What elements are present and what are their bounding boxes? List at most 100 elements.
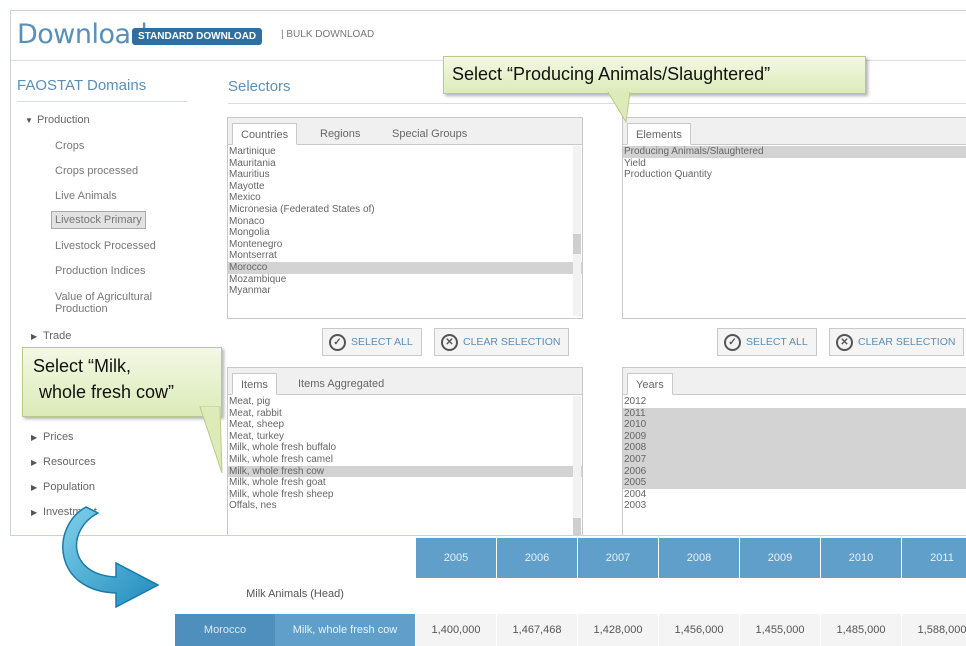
list-item[interactable]: Meat, rabbit: [228, 408, 582, 420]
years-list[interactable]: 2012 2011 2010 2009 2008 2007 2006 2005 2004 2003: [623, 396, 966, 535]
list-item[interactable]: Mauritania: [228, 158, 582, 170]
tree-item-population[interactable]: ▶ Population: [31, 481, 95, 493]
callout-text-line2: whole fresh cow”: [39, 382, 175, 402]
button-label: SELECT ALL: [746, 336, 808, 348]
year-header-2011: 2011: [901, 538, 966, 578]
countries-tabs: Countries Regions Special Groups: [228, 118, 582, 145]
clear-selection-countries-button[interactable]: ✕ CLEAR SELECTION: [434, 328, 570, 356]
list-item[interactable]: Monaco: [228, 216, 582, 228]
countries-scrollbar[interactable]: [573, 146, 581, 316]
scroll-thumb[interactable]: [573, 518, 581, 535]
list-item[interactable]: Yield: [623, 158, 966, 170]
list-item[interactable]: 2010: [623, 419, 966, 431]
elements-tabs: Elements: [623, 118, 966, 145]
bulk-download-tab[interactable]: | BULK DOWNLOAD: [281, 29, 374, 40]
elements-list[interactable]: Producing Animals/Slaughtered Yield Produc…: [623, 146, 966, 318]
tree-item-live-animals[interactable]: Live Animals: [55, 190, 117, 202]
tab-regions[interactable]: Regions: [312, 123, 368, 145]
callout-pointer: [199, 406, 223, 474]
year-header-2010: 2010: [820, 538, 901, 578]
list-item[interactable]: Milk, whole fresh cow: [228, 465, 582, 478]
tab-items[interactable]: Items: [232, 373, 277, 395]
items-panel: Items Items Aggregated Meat, pig Meat, ra…: [227, 367, 583, 535]
tree-item-production[interactable]: ▼ Production: [25, 114, 90, 126]
year-header-2005: 2005: [415, 538, 496, 578]
list-item[interactable]: 2009: [623, 430, 966, 443]
tree-item-production-indices[interactable]: Production Indices: [55, 265, 146, 277]
tree-item-trade[interactable]: ▶ Trade: [31, 330, 71, 342]
tree-item-livestock-primary[interactable]: Livestock Primary: [51, 211, 146, 229]
list-item[interactable]: 2007: [623, 453, 966, 466]
curved-arrow-icon: [62, 506, 160, 609]
collapsed-arrow-icon: ▶: [31, 508, 38, 517]
list-item[interactable]: Mongolia: [228, 227, 582, 239]
list-item[interactable]: Martinique: [228, 146, 582, 158]
list-item[interactable]: Micronesia (Federated States of): [228, 204, 582, 216]
list-item[interactable]: 2005: [623, 477, 966, 489]
tree-item-resources[interactable]: ▶ Resources: [31, 456, 96, 468]
tab-items-aggregated[interactable]: Items Aggregated: [290, 373, 392, 395]
tab-special-groups[interactable]: Special Groups: [384, 123, 475, 145]
value-cell-2007: 1,428,000: [577, 614, 658, 646]
list-item[interactable]: Meat, pig: [228, 396, 582, 408]
year-header-2008: 2008: [658, 538, 739, 578]
close-circle-icon: ✕: [836, 334, 853, 351]
list-item[interactable]: Production Quantity: [623, 169, 966, 181]
year-header-2007: 2007: [577, 538, 658, 578]
tree-item-value-agricultural-production[interactable]: Value of Agricultural Production: [55, 291, 185, 315]
tree-item-crops-processed[interactable]: Crops processed: [55, 165, 138, 177]
divider: [17, 101, 187, 102]
list-item[interactable]: Morocco: [228, 261, 582, 274]
element-label: Milk Animals (Head): [246, 588, 344, 600]
select-all-elements-button[interactable]: ✓ SELECT ALL: [717, 328, 817, 356]
list-item[interactable]: Offals, nes: [228, 500, 582, 512]
list-item[interactable]: 2003: [623, 500, 966, 512]
list-item[interactable]: Mexico: [228, 192, 582, 204]
list-item[interactable]: Montserrat: [228, 250, 582, 262]
domains-title: FAOSTAT Domains: [17, 77, 147, 94]
list-item[interactable]: Myanmar: [228, 285, 582, 297]
list-item[interactable]: 2004: [623, 489, 966, 501]
list-item[interactable]: 2012: [623, 396, 966, 408]
scroll-thumb[interactable]: [573, 234, 581, 254]
list-item[interactable]: Milk, whole fresh camel: [228, 454, 582, 466]
list-item[interactable]: Mozambique: [228, 274, 582, 286]
list-item[interactable]: 2011: [623, 407, 966, 420]
list-item[interactable]: Producing Animals/Slaughtered: [623, 146, 966, 158]
clear-selection-elements-button[interactable]: ✕ CLEAR SELECTION: [829, 328, 965, 356]
tree-item-livestock-processed[interactable]: Livestock Processed: [55, 240, 156, 252]
items-hint-callout: Select “Milk, whole fresh cow”: [22, 347, 222, 417]
value-cell-2009: 1,455,000: [739, 614, 820, 646]
tree-item-crops[interactable]: Crops: [55, 140, 84, 152]
tab-elements[interactable]: Elements: [627, 123, 691, 145]
tree-label: Resources: [43, 456, 96, 468]
items-scrollbar[interactable]: [573, 396, 581, 535]
button-label: CLEAR SELECTION: [858, 336, 956, 348]
tree-label: Production: [37, 114, 90, 126]
callout-text: Select “Producing Animals/Slaughtered”: [452, 64, 771, 84]
select-all-countries-button[interactable]: ✓ SELECT ALL: [322, 328, 422, 356]
list-item[interactable]: Milk, whole fresh buffalo: [228, 442, 582, 454]
tree-label: Population: [43, 481, 95, 493]
list-item[interactable]: Mayotte: [228, 181, 582, 193]
tab-years[interactable]: Years: [627, 373, 673, 395]
tree-label: Prices: [43, 431, 74, 443]
country-cell: Morocco: [175, 614, 275, 646]
list-item[interactable]: Mauritius: [228, 169, 582, 181]
result-table: 2005 2006 2007 2008 2009 2010 2011 Milk Animal…: [175, 538, 966, 646]
collapsed-arrow-icon: ▶: [31, 483, 38, 492]
list-item[interactable]: 2008: [623, 442, 966, 454]
items-list[interactable]: Meat, pig Meat, rabbit Meat, sheep Meat, tu…: [228, 396, 582, 535]
list-item[interactable]: Milk, whole fresh sheep: [228, 489, 582, 501]
check-circle-icon: ✓: [724, 334, 741, 351]
standard-download-tab[interactable]: STANDARD DOWNLOAD: [132, 28, 263, 45]
tree-item-prices[interactable]: ▶ Prices: [31, 431, 74, 443]
countries-list[interactable]: Martinique Mauritania Mauritius Mayotte Mexi…: [228, 146, 582, 318]
tab-countries[interactable]: Countries: [232, 123, 298, 145]
list-item[interactable]: Meat, sheep: [228, 419, 582, 431]
value-cell-2011: 1,588,000: [901, 614, 966, 646]
list-item[interactable]: Milk, whole fresh goat: [228, 477, 582, 489]
list-item[interactable]: Montenegro: [228, 239, 582, 251]
list-item[interactable]: Meat, turkey: [228, 431, 582, 443]
list-item[interactable]: 2006: [623, 465, 966, 478]
